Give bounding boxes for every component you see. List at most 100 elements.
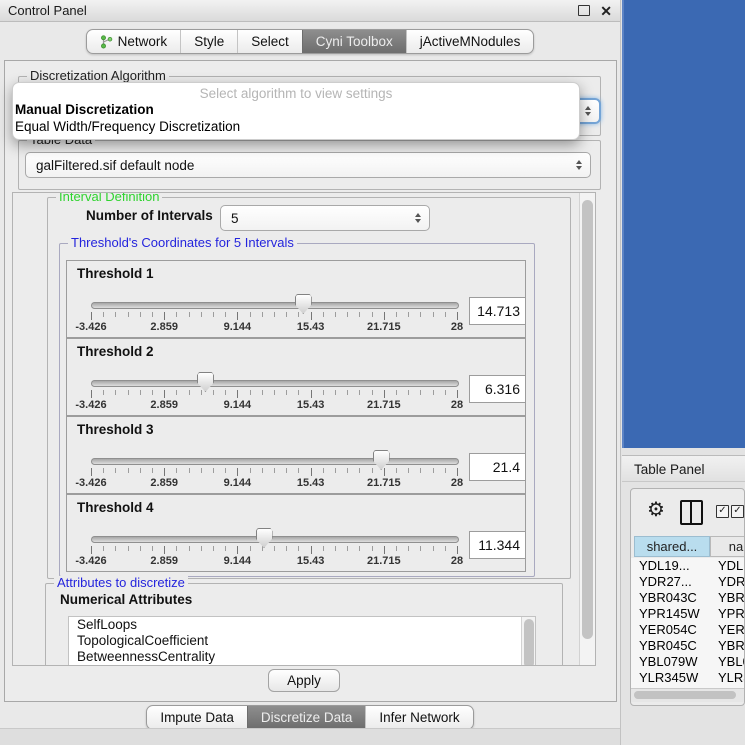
table-panel-title: Table Panel (634, 462, 705, 477)
threshold-value-field[interactable]: 14.713 (469, 297, 526, 325)
slider-thumb[interactable] (373, 450, 390, 470)
cell-shared-name: YDR27... (639, 574, 692, 589)
bottom-tabbar: Impute Data Discretize Data Infer Network (0, 705, 620, 730)
bottom-tab-infer-network[interactable]: Infer Network (365, 706, 472, 729)
table-row[interactable]: YBL079WYBL0 (631, 654, 744, 670)
number-of-intervals-combobox[interactable]: 5 (220, 205, 430, 231)
table-hscrollbar[interactable] (631, 688, 744, 702)
threshold-value-field[interactable]: 11.344 (469, 531, 526, 559)
close-icon[interactable]: ✕ (600, 4, 612, 18)
threshold-value-field[interactable]: 6.316 (469, 375, 526, 403)
combo-arrows-icon (576, 160, 582, 170)
scale-label: 2.859 (150, 555, 178, 567)
tab-label: jActiveMNodules (420, 34, 521, 49)
slider-ticks (91, 312, 457, 321)
table-header: shared...na (631, 536, 744, 557)
cell-shared-name: YDL19... (639, 558, 690, 573)
popup-options: Manual DiscretizationEqual Width/Frequen… (13, 101, 579, 135)
table-row[interactable]: YDL19...YDL1 (631, 558, 744, 574)
scale-label: 15.43 (297, 321, 325, 333)
number-of-intervals-label: Number of Intervals (86, 208, 213, 223)
scale-label: 21.715 (367, 399, 401, 411)
algorithm-option-manual-discretization[interactable]: Manual Discretization (13, 101, 579, 118)
threshold-label: Threshold 1 (77, 266, 154, 281)
slider-scale-labels: -3.4262.8599.14415.4321.71528 (91, 555, 457, 568)
apply-button[interactable]: Apply (268, 669, 340, 692)
tab-label: Style (194, 34, 224, 49)
tab-jactivemnodules[interactable]: jActiveMNodules (406, 30, 534, 53)
scale-label: 2.859 (150, 399, 178, 411)
top-tabbar: Network Style SelectCyni Toolbox jActiveMNo… (0, 29, 620, 54)
scale-label: 9.144 (224, 477, 252, 489)
algorithm-option-equal-width-frequency-discretization[interactable]: Equal Width/Frequency Discretization (13, 118, 579, 135)
cell-name: YBL0 (718, 654, 744, 669)
tab-cyni-toolbox[interactable]: Cyni Toolbox (302, 30, 406, 53)
divider (620, 0, 621, 745)
scale-label: 28 (451, 321, 463, 333)
float-window-icon[interactable] (578, 5, 590, 16)
checkbox-icon[interactable]: ✓ (716, 505, 729, 518)
table-panel-titlebar: Table Panel (622, 455, 745, 482)
threshold-panel-1: Threshold 1 -3.4262.8599.14415.4321.71528… (66, 260, 526, 338)
threshold-panel-4: Threshold 4-3.4262.8599.14415.4321.71528… (66, 494, 526, 572)
slider-track[interactable] (91, 302, 459, 309)
split-columns-icon[interactable] (680, 500, 703, 525)
gear-icon[interactable]: ⚙ (647, 497, 665, 523)
settings-scrollbar[interactable] (579, 193, 595, 665)
slider-track[interactable] (91, 536, 459, 543)
panel-title: Control Panel (8, 3, 578, 18)
attribute-item-selfloops[interactable]: SelfLoops (69, 617, 535, 633)
column-header-na[interactable]: na (710, 536, 745, 557)
network-icon (100, 35, 113, 49)
tab-style[interactable]: Style (180, 30, 237, 53)
bottom-tab-discretize-data[interactable]: Discretize Data (247, 706, 366, 729)
table-row[interactable]: YPR145WYPR1 (631, 606, 744, 622)
list-scrollbar[interactable] (521, 617, 535, 666)
column-header-shared[interactable]: shared... (634, 536, 710, 557)
table-data-combobox[interactable]: galFiltered.sif default node (25, 152, 591, 178)
thresholds-group: Threshold's Coordinates for 5 Intervals … (59, 243, 535, 577)
table-row[interactable]: YDR27... YDR2 (631, 574, 744, 590)
cell-name: YDR2 (718, 574, 744, 589)
slider-scale-labels: -3.4262.8599.14415.4321.71528 (91, 399, 457, 412)
tab-label: Discretize Data (261, 710, 353, 725)
scrollbar-thumb[interactable] (634, 691, 736, 699)
scale-label: -3.426 (75, 321, 106, 333)
scale-label: 9.144 (224, 555, 252, 567)
threshold-label: Threshold 2 (77, 344, 154, 359)
slider-scale-labels: -3.4262.8599.14415.4321.71528 (91, 321, 457, 334)
algorithm-dropdown-popup: Select algorithm to view settings Manual… (12, 82, 580, 140)
table-toolbar: ⚙ ✓ ✓ (631, 497, 744, 527)
attribute-item-betweennesscentrality[interactable]: BetweennessCentrality (69, 649, 535, 665)
scale-label: 15.43 (297, 477, 325, 489)
bottom-tab-impute-data[interactable]: Impute Data (147, 706, 247, 729)
table-row[interactable]: YLR345WYLR3 (631, 670, 744, 686)
tab-label: Impute Data (160, 710, 234, 725)
scale-label: 28 (451, 555, 463, 567)
slider-thumb[interactable] (197, 372, 214, 392)
attribute-item-topologicalcoefficient[interactable]: TopologicalCoefficient (69, 633, 535, 649)
table-panel: ⚙ ✓ ✓ shared...na YDL19...YDL1YDR27...YD… (630, 488, 745, 706)
scale-label: 28 (451, 477, 463, 489)
checkbox-icon[interactable]: ✓ (731, 505, 744, 518)
threshold-value-field[interactable]: 21.4 (469, 453, 526, 481)
combo-arrows-icon (585, 106, 591, 116)
table-row[interactable]: YBR045CYBR0 (631, 638, 744, 654)
table-row[interactable]: YER054CYER0 (631, 622, 744, 638)
network-view-frame: GAL80GAGAL11CGAL4GCY1HHAP2 (622, 0, 745, 448)
tab-select[interactable]: Select (237, 30, 302, 53)
slider-thumb[interactable] (256, 528, 273, 548)
cell-shared-name: YPR145W (639, 606, 700, 621)
attributes-list[interactable]: SelfLoopsTopologicalCoefficientBetweenne… (68, 616, 536, 666)
slider-thumb[interactable] (295, 294, 312, 314)
tab-network[interactable]: Network (87, 30, 181, 53)
attributes-group: Attributes to discretize Numerical Attri… (45, 583, 563, 666)
scale-label: 28 (451, 399, 463, 411)
slider-track[interactable] (91, 458, 459, 465)
table-row[interactable]: YBR043CYBR0 (631, 590, 744, 606)
table-body: YDL19...YDL1YDR27... YDR2YBR043CYBR0YPR14… (631, 558, 744, 688)
slider-track[interactable] (91, 380, 459, 387)
tab-label: Infer Network (379, 710, 459, 725)
scale-label: 9.144 (224, 399, 252, 411)
slider-scale-labels: -3.4262.8599.14415.4321.71528 (91, 477, 457, 490)
